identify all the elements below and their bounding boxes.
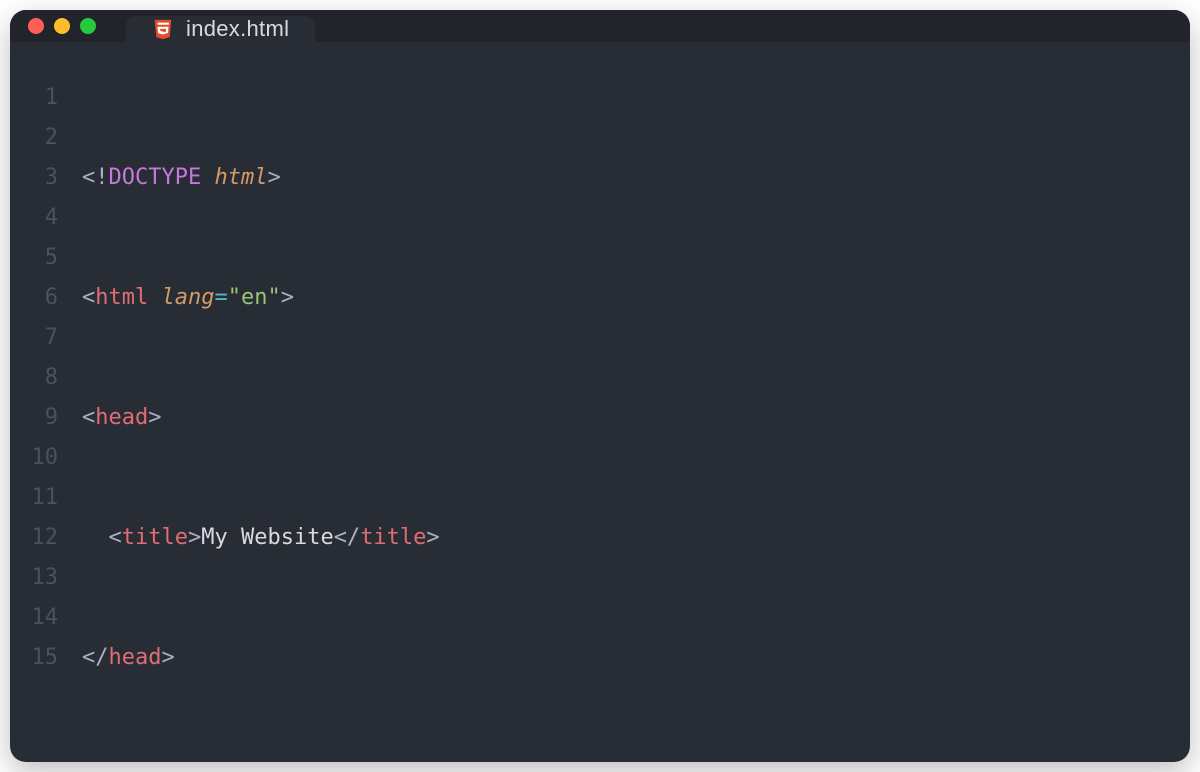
- editor-window: index.html 1 2 3 4 5 6 7 8 9 10 11 12 13…: [10, 10, 1190, 762]
- code-line[interactable]: <body>: [76, 758, 1190, 762]
- code-area[interactable]: <!DOCTYPE html> <html lang="en"> <head> …: [76, 78, 1190, 762]
- tab-index-html[interactable]: index.html: [126, 16, 315, 42]
- code-line[interactable]: <title>My Website</title>: [76, 518, 1190, 558]
- line-number: 4: [10, 198, 76, 238]
- code-line[interactable]: <!DOCTYPE html>: [76, 158, 1190, 198]
- titlebar: index.html: [10, 10, 1190, 42]
- line-number: 5: [10, 238, 76, 278]
- line-number: 6: [10, 278, 76, 318]
- line-number: 2: [10, 118, 76, 158]
- line-number: 14: [10, 598, 76, 638]
- line-number-gutter: 1 2 3 4 5 6 7 8 9 10 11 12 13 14 15: [10, 78, 76, 762]
- code-line[interactable]: <head>: [76, 398, 1190, 438]
- line-number: 1: [10, 78, 76, 118]
- line-number: 10: [10, 438, 76, 478]
- line-number: 13: [10, 558, 76, 598]
- line-number: 9: [10, 398, 76, 438]
- maximize-icon[interactable]: [80, 18, 96, 34]
- code-editor[interactable]: 1 2 3 4 5 6 7 8 9 10 11 12 13 14 15 <!DO…: [10, 42, 1190, 762]
- line-number: 11: [10, 478, 76, 518]
- tab-label: index.html: [186, 16, 289, 42]
- line-number: 12: [10, 518, 76, 558]
- line-number: 7: [10, 318, 76, 358]
- minimize-icon[interactable]: [54, 18, 70, 34]
- code-line[interactable]: </head>: [76, 638, 1190, 678]
- tab-bar: index.html: [126, 10, 315, 42]
- line-number: 8: [10, 358, 76, 398]
- code-line[interactable]: <html lang="en">: [76, 278, 1190, 318]
- line-number: 3: [10, 158, 76, 198]
- line-number: 15: [10, 638, 76, 678]
- html5-icon: [152, 18, 174, 40]
- window-controls: [28, 18, 96, 34]
- close-icon[interactable]: [28, 18, 44, 34]
